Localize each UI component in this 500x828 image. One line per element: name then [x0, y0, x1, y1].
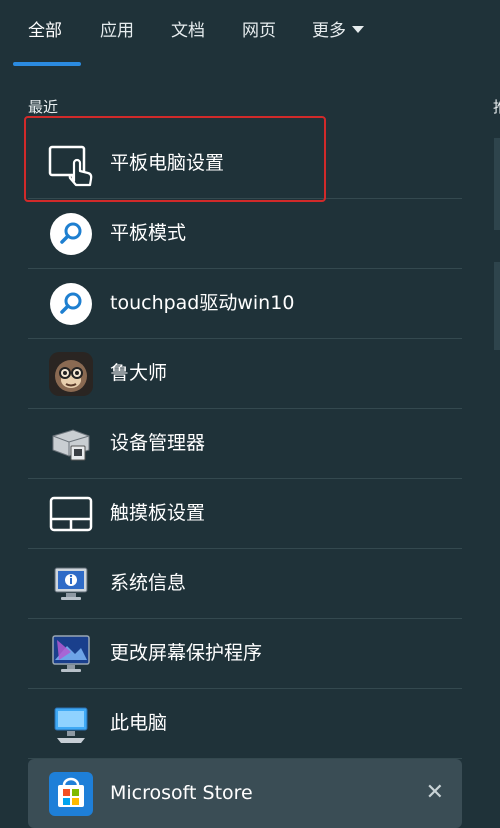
tab-more-label: 更多: [312, 21, 346, 41]
search-icon: [48, 281, 94, 327]
list-item-label: 触摸板设置: [110, 502, 206, 524]
list-item-system-info[interactable]: 系统信息: [28, 549, 462, 619]
tab-apps[interactable]: 应用: [100, 18, 134, 44]
list-item-label: 系统信息: [110, 572, 187, 594]
list-item-this-pc[interactable]: 此电脑: [28, 689, 462, 759]
list-item-ludashi[interactable]: 鲁大师: [28, 339, 462, 409]
list-item-label: 鲁大师: [110, 362, 168, 384]
section-title-recent: 最近: [28, 98, 59, 116]
list-item-label: 设备管理器: [110, 432, 206, 454]
scrollbar-thumb[interactable]: [494, 262, 500, 350]
list-item-device-manager[interactable]: 设备管理器: [28, 409, 462, 479]
tab-all[interactable]: 全部: [28, 18, 62, 44]
system-info-icon: [48, 561, 94, 607]
list-item-label: 此电脑: [110, 712, 168, 734]
highlight-box: [24, 116, 326, 202]
this-pc-icon: [48, 701, 94, 747]
recent-list: 平板电脑设置 平板模式 touchpad驱动win10 鲁大师 设备管理器 触摸…: [28, 129, 462, 828]
tab-documents[interactable]: 文档: [171, 18, 205, 44]
scrollbar-track[interactable]: [494, 138, 500, 230]
device-manager-icon: [48, 421, 94, 467]
ludashi-monkey-icon: [48, 351, 94, 397]
list-item-label: 更改屏幕保护程序: [110, 642, 263, 664]
active-tab-indicator: [13, 62, 81, 66]
right-panel-title: 推: [493, 96, 500, 117]
list-item-touchpad-driver[interactable]: touchpad驱动win10: [28, 269, 462, 339]
list-item-tablet-mode[interactable]: 平板模式: [28, 199, 462, 269]
search-tabs: 全部 应用 文档 网页 更多: [0, 0, 500, 68]
list-item-touchpad-settings[interactable]: 触摸板设置: [28, 479, 462, 549]
microsoft-store-icon: [48, 771, 94, 817]
search-icon: [48, 211, 94, 257]
chevron-down-icon: [352, 26, 364, 33]
touchpad-icon: [48, 491, 94, 537]
tab-web[interactable]: 网页: [242, 18, 276, 44]
tab-more[interactable]: 更多: [312, 18, 364, 44]
list-item-label: 平板模式: [110, 222, 187, 244]
close-icon[interactable]: ✕: [426, 781, 444, 805]
list-item-screensaver[interactable]: 更改屏幕保护程序: [28, 619, 462, 689]
screensaver-icon: [48, 631, 94, 677]
list-item-label: touchpad驱动win10: [110, 292, 295, 314]
